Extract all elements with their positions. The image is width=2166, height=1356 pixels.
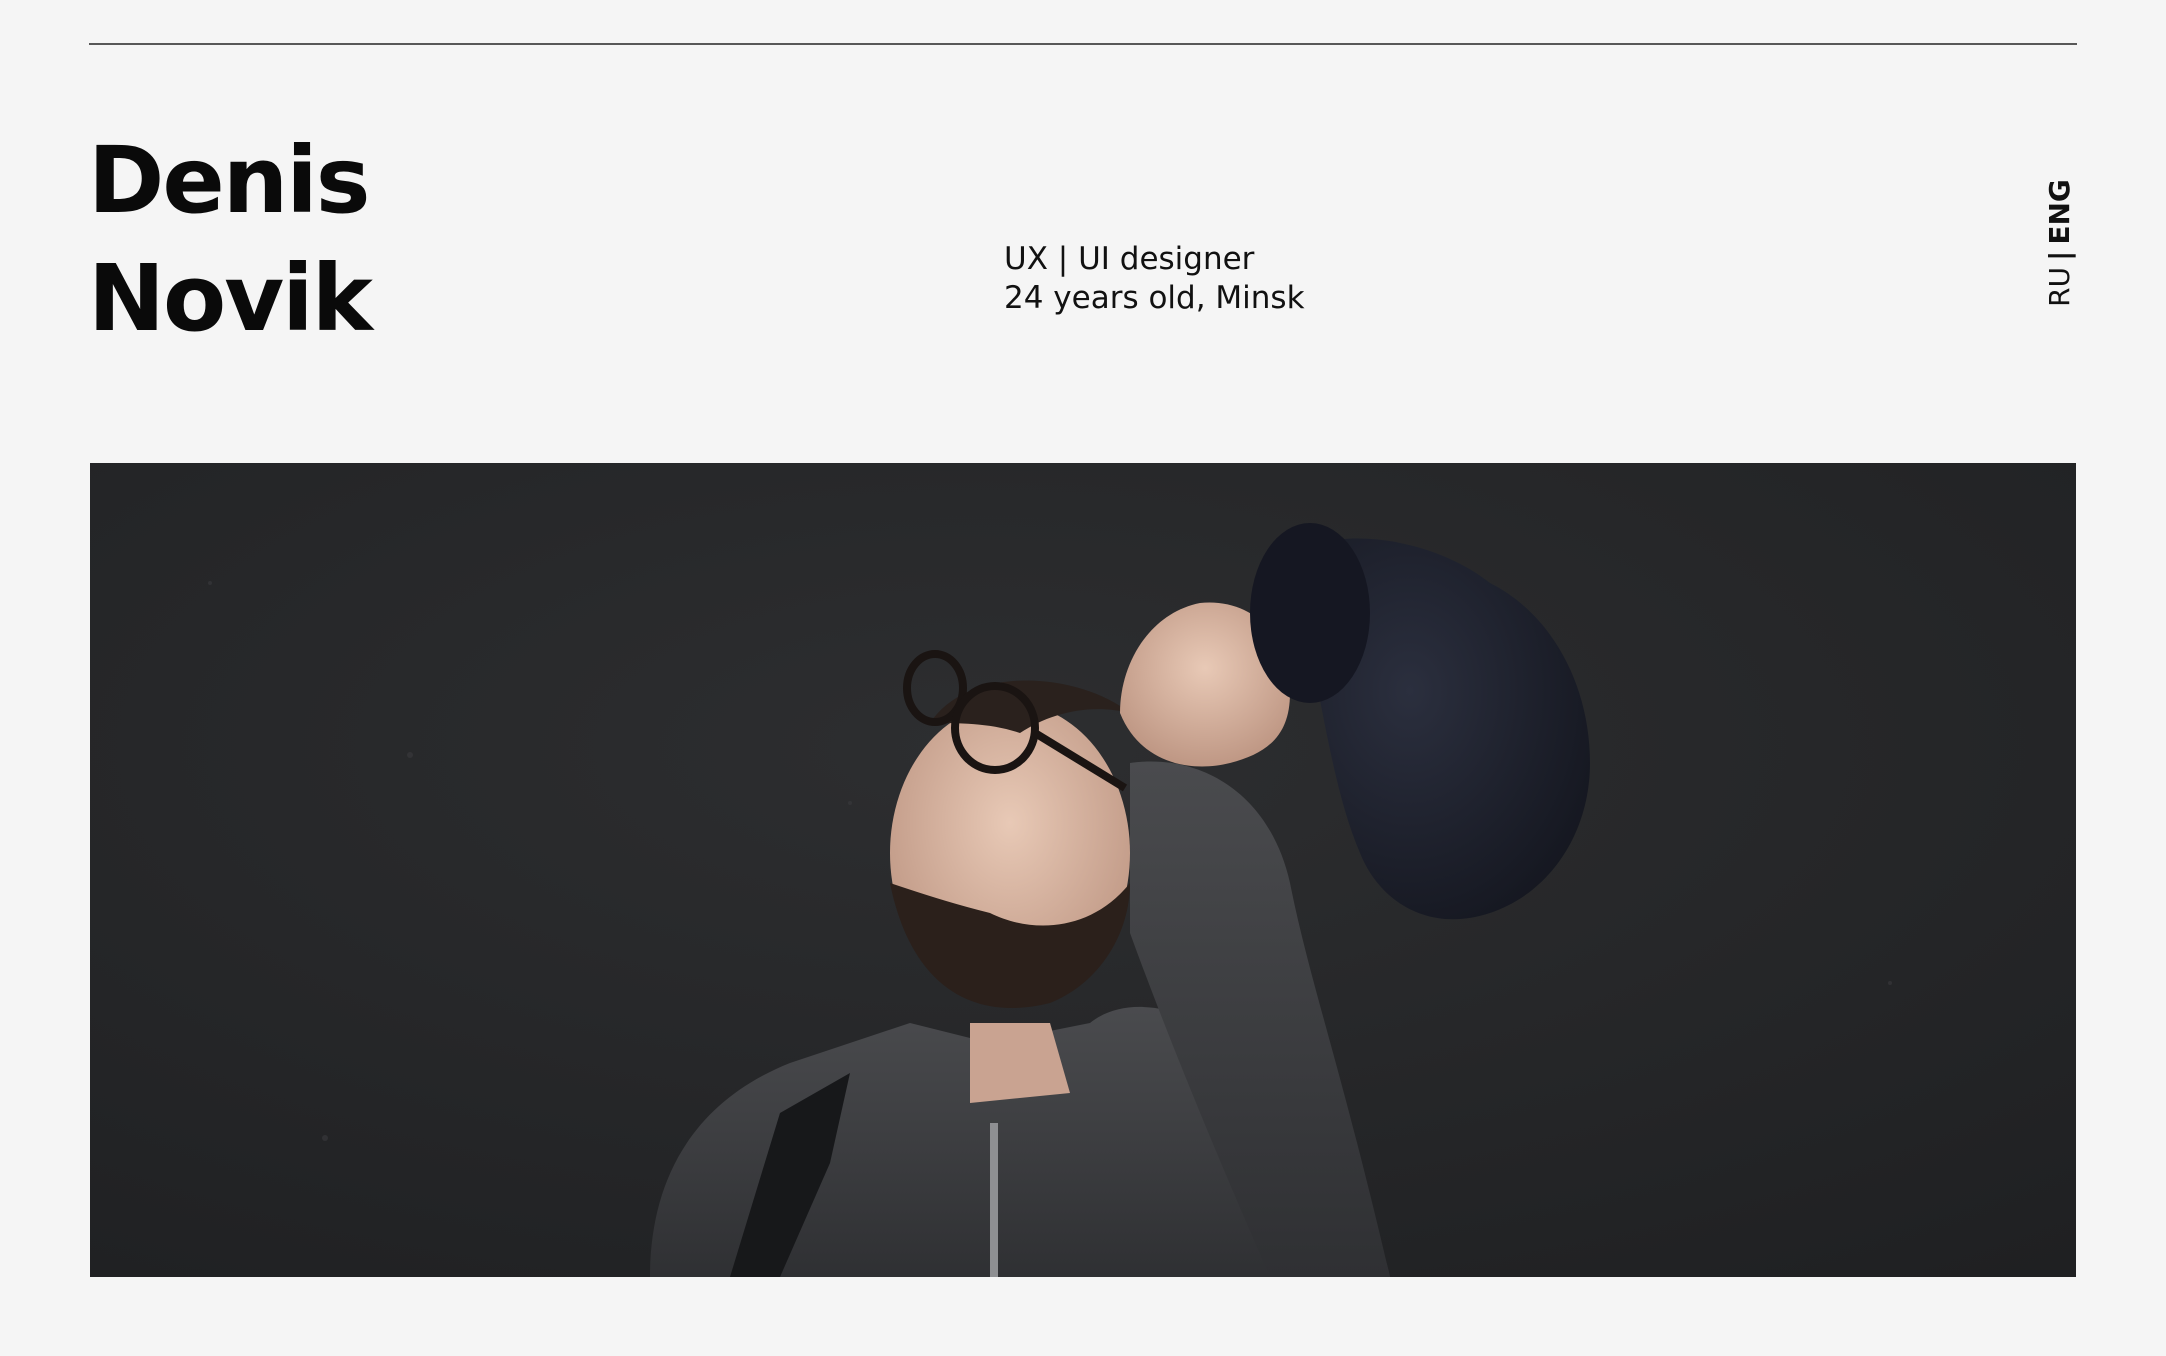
bio-block: UX | UI designer 24 years old, Minsk	[1004, 240, 1305, 318]
language-switch: RU | ENG	[2040, 176, 2080, 310]
age-location-text: 24 years old, Minsk	[1004, 280, 1305, 316]
lang-eng-link[interactable]: ENG	[2043, 179, 2076, 245]
hero-portrait-photo	[90, 463, 2076, 1277]
first-name: Denis	[88, 127, 371, 234]
role-text: UX | UI designer	[1004, 241, 1255, 277]
page-title: Denis Novik	[88, 122, 373, 358]
top-divider	[89, 43, 2077, 45]
lang-ru-link[interactable]: RU	[2043, 267, 2076, 307]
lang-separator: |	[2043, 250, 2076, 261]
last-name: Novik	[88, 245, 373, 352]
